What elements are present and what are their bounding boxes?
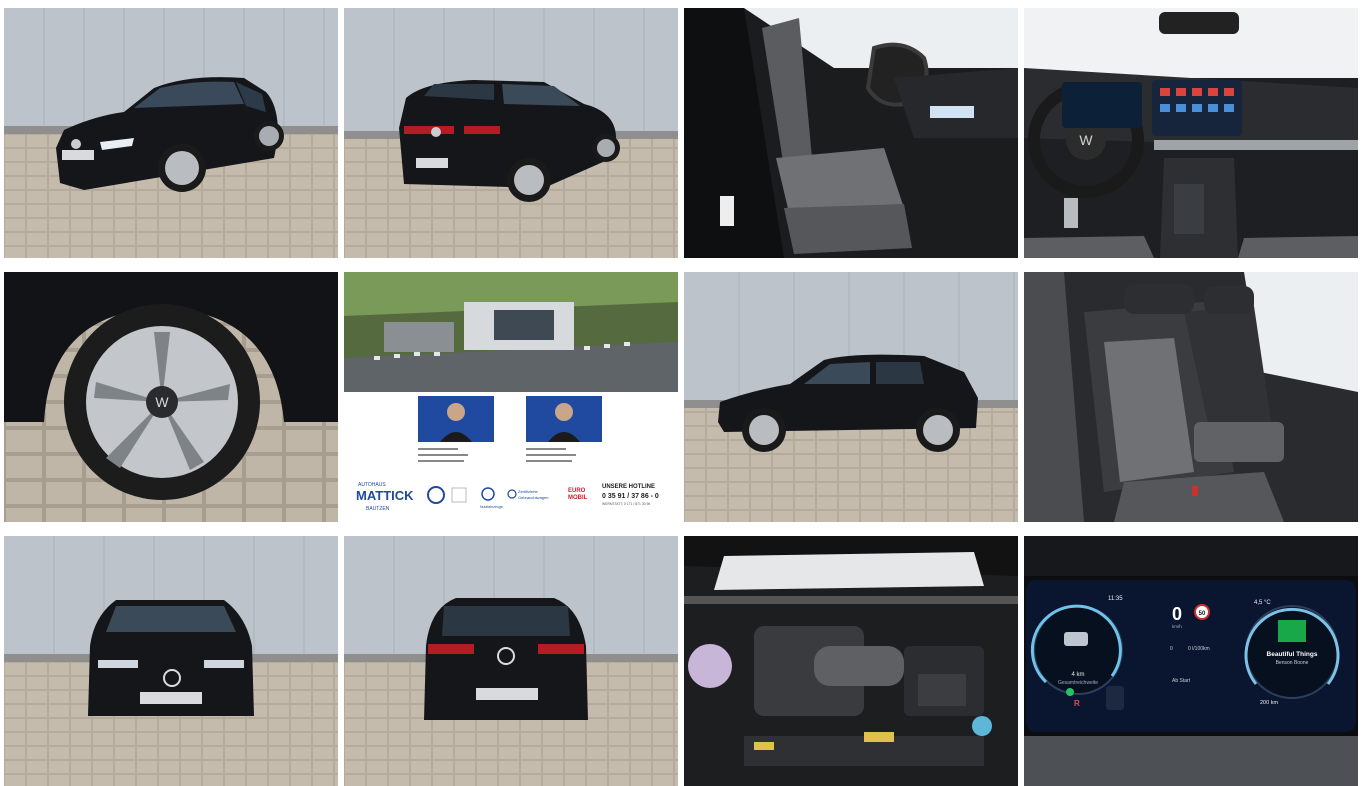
cluster-temp: 4,5 °C [1254, 600, 1271, 606]
cluster-speed: 0 [1172, 604, 1182, 624]
gallery-photo-instrument-cluster[interactable]: 4 km Gesamtreichweite Beautiful Things B… [1024, 536, 1358, 786]
cluster-radio-artist: Benson Boone [1276, 660, 1309, 666]
gallery-photo-rear-seats[interactable] [1024, 272, 1358, 522]
gallery-photo-rear-view[interactable] [344, 536, 678, 786]
car-rear-view-image [344, 536, 678, 786]
hotline-sub: WERKSTATT: 0 171 / 871 30 96 [602, 502, 650, 506]
certified-line2: Gebrauchtwagen [518, 495, 548, 500]
gallery-photo-rear-three-quarter[interactable] [344, 8, 678, 258]
dashboard-image: W [1024, 8, 1358, 258]
gallery-photo-wheel[interactable]: W [4, 272, 338, 522]
cluster-consumption: 0 l/100km [1188, 646, 1210, 652]
certified-line1: Zertifizierte [518, 489, 539, 494]
gallery-photo-engine-bay[interactable] [684, 536, 1018, 786]
car-side-profile-image [684, 272, 1018, 522]
engine-bay-image [684, 536, 1018, 786]
hotline-number: 0 35 91 / 37 86 - 0 [602, 493, 659, 500]
car-front-three-quarter-image [4, 8, 338, 258]
euromobil-top: EURO [568, 488, 586, 494]
gallery-photo-front-view[interactable] [4, 536, 338, 786]
gallery-photo-side-profile[interactable] [684, 272, 1018, 522]
svg-text:W: W [1079, 132, 1093, 148]
driver-seat-image [684, 8, 1018, 258]
gallery-photo-front-three-quarter[interactable] [4, 8, 338, 258]
instrument-cluster-image: 4 km Gesamtreichweite Beautiful Things B… [1024, 536, 1358, 786]
cluster-ab-start: Ab Start [1172, 678, 1191, 684]
wheel-closeup-image: W [4, 272, 338, 522]
cluster-speed-unit: km/h [1172, 624, 1182, 629]
cluster-range-label: Gesamtreichweite [1058, 680, 1098, 686]
hotline-title: UNSERE HOTLINE [602, 484, 655, 490]
cluster-time: 11:35 [1108, 596, 1123, 602]
car-front-view-image [4, 536, 338, 786]
photo-gallery: W W AUTOHAUS MATTICK BAUTZEN Nutzfahrzeu… [4, 8, 1358, 786]
cluster-efficiency: 0 [1170, 646, 1173, 652]
cluster-gear-badge: R [1074, 699, 1080, 708]
gallery-photo-driver-seat[interactable] [684, 8, 1018, 258]
car-rear-three-quarter-image [344, 8, 678, 258]
cluster-range: 4 km [1071, 672, 1084, 678]
rear-seats-image [1024, 272, 1358, 522]
gallery-photo-dealer-ad[interactable]: AUTOHAUS MATTICK BAUTZEN Nutzfahrzeuge Z… [344, 272, 678, 522]
gallery-photo-dashboard[interactable]: W [1024, 8, 1358, 258]
euromobil-bottom: MOBIL [568, 495, 588, 501]
dealer-logo-city: BAUTZEN [366, 506, 390, 512]
cluster-trip-distance: 200 km [1260, 700, 1278, 706]
dealer-ad-image: AUTOHAUS MATTICK BAUTZEN Nutzfahrzeuge Z… [344, 272, 678, 522]
cluster-radio-title: Beautiful Things [1267, 651, 1318, 658]
cluster-speed-sign: 50 [1199, 611, 1206, 617]
dealer-logo-name: MATTICK [356, 488, 414, 503]
svg-text:W: W [155, 394, 169, 410]
vw-commercial-label: Nutzfahrzeuge [480, 505, 503, 509]
